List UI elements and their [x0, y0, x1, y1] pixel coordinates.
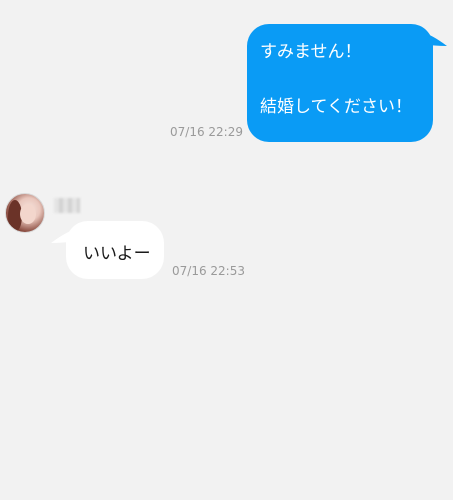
incoming-message-text: いいよー [83, 244, 151, 264]
outgoing-bubble-tail [421, 32, 447, 46]
incoming-message-bubble[interactable]: いいよー [66, 221, 164, 279]
avatar-face [20, 204, 36, 224]
chat-thread: すみません！ 結婚してください！ 07/16 22:29 いいよー 07/16 … [0, 0, 453, 500]
sender-avatar[interactable] [5, 193, 45, 233]
sender-name-blurred [54, 198, 80, 213]
outgoing-message-line: 結婚してください！ [260, 97, 412, 117]
outgoing-message-bubble[interactable]: すみません！ 結婚してください！ [247, 24, 433, 142]
outgoing-message-line: すみません！ [260, 42, 362, 62]
outgoing-message-timestamp: 07/16 22:29 [170, 125, 243, 139]
incoming-message-timestamp: 07/16 22:53 [172, 264, 245, 278]
